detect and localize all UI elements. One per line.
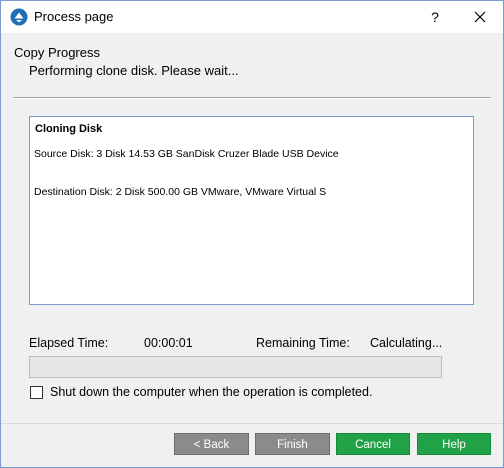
app-icon (10, 8, 28, 26)
footer-divider (1, 423, 503, 424)
help-question-button[interactable]: ? (413, 1, 457, 33)
help-button[interactable]: Help (417, 433, 491, 455)
cloning-info-panel: Cloning Disk Source Disk: 3 Disk 14.53 G… (29, 116, 474, 305)
back-button[interactable]: < Back (174, 433, 249, 455)
info-title: Cloning Disk (35, 123, 103, 135)
elapsed-time-label: Elapsed Time: (29, 336, 109, 350)
shutdown-checkbox-label[interactable]: Shut down the computer when the operatio… (50, 385, 372, 399)
cancel-button[interactable]: Cancel (336, 433, 410, 455)
close-button[interactable] (457, 1, 503, 33)
title-bar: Process page ? (1, 1, 503, 33)
close-icon (474, 11, 486, 23)
shutdown-checkbox[interactable] (30, 386, 43, 399)
finish-button[interactable]: Finish (255, 433, 330, 455)
remaining-time-value: Calculating... (370, 336, 443, 350)
process-page-dialog: Process page ? Copy Progress Performing … (0, 0, 504, 468)
window-title: Process page (34, 9, 114, 24)
header-divider (13, 97, 491, 99)
remaining-time-label: Remaining Time: (256, 336, 350, 350)
source-disk-text: Source Disk: 3 Disk 14.53 GB SanDisk Cru… (34, 148, 339, 160)
progress-bar (29, 356, 442, 378)
status-message: Performing clone disk. Please wait... (29, 63, 239, 78)
section-heading: Copy Progress (14, 45, 100, 60)
elapsed-time-value: 00:00:01 (144, 336, 193, 350)
destination-disk-text: Destination Disk: 2 Disk 500.00 GB VMwar… (34, 186, 327, 198)
